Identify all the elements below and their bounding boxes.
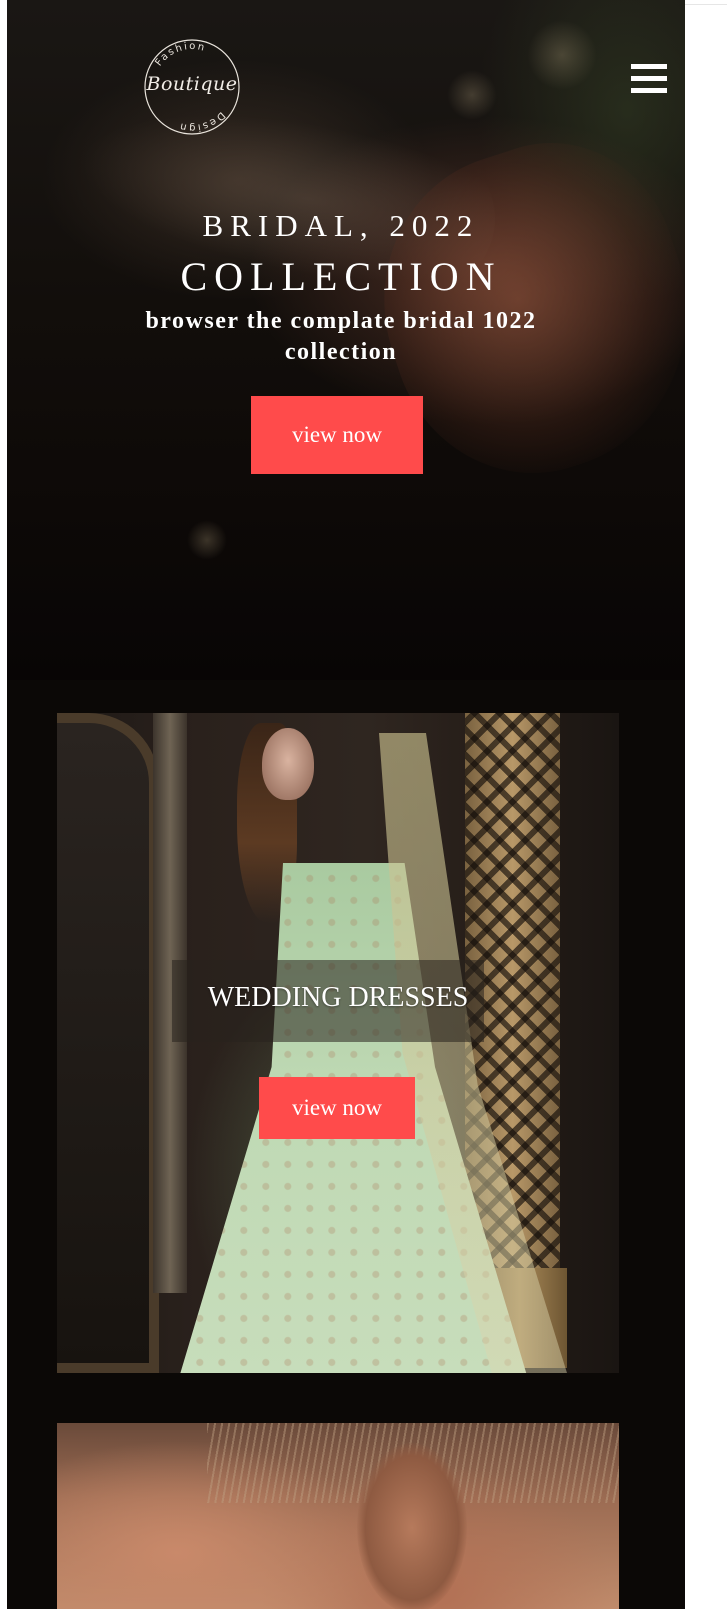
hero-banner: Fashion Design Boutique BRIDAL, 2022 COL… (7, 0, 685, 680)
menu-button[interactable] (631, 64, 669, 98)
hero-photo-bokeh (527, 20, 597, 90)
category-card-next[interactable] (57, 1423, 619, 1609)
card-photo-ear (357, 1443, 467, 1609)
card-photo-arch (57, 713, 159, 1373)
hero-view-now-button[interactable]: view now (251, 396, 423, 474)
boutique-logo[interactable]: Fashion Design Boutique (140, 35, 244, 139)
hero-photo-bokeh (187, 520, 227, 560)
hamburger-menu-icon (631, 76, 667, 81)
hero-subtitle: browser the complate bridal 1022 collect… (145, 308, 537, 365)
hero-eyebrow: BRIDAL, 2022 (202, 208, 480, 243)
page: Fashion Design Boutique BRIDAL, 2022 COL… (7, 0, 685, 1609)
logo-top-text: Fashion (153, 41, 205, 68)
hero-title: COLLECTION (180, 254, 502, 299)
viewport-edge (685, 0, 727, 5)
hamburger-menu-icon (631, 88, 667, 93)
category-view-now-button[interactable]: view now (259, 1077, 415, 1139)
svg-text:Design: Design (177, 109, 227, 133)
category-card-wedding-dresses[interactable]: WEDDING DRESSES view now (57, 713, 619, 1373)
hamburger-menu-icon (631, 64, 667, 69)
hero-photo-bokeh (447, 70, 497, 120)
logo-main-text: Boutique (146, 73, 238, 95)
logo-bottom-text: Design (177, 109, 225, 133)
card-photo-model-head (262, 728, 314, 800)
svg-text:Fashion: Fashion (153, 41, 207, 68)
category-title: WEDDING DRESSES (207, 982, 469, 1013)
